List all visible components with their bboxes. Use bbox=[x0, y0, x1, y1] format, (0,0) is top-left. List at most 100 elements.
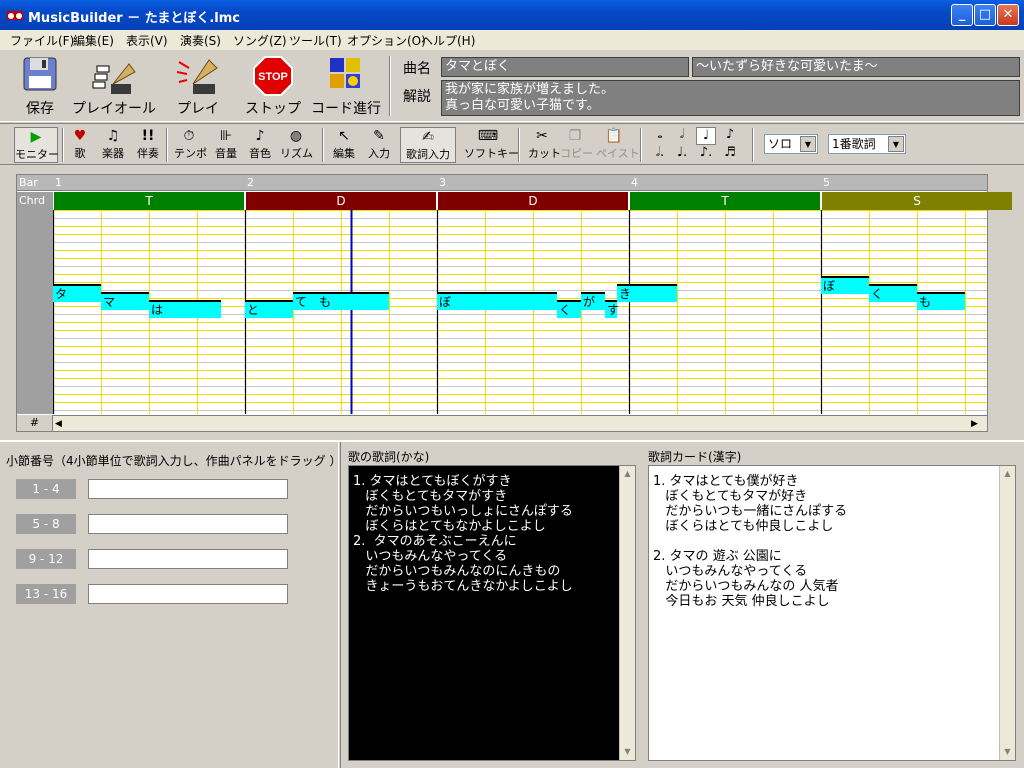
lyric-note[interactable]: き bbox=[617, 284, 677, 302]
song-part-button[interactable]: ♥ 歌 bbox=[68, 127, 92, 163]
lyric-note[interactable]: く bbox=[869, 284, 917, 302]
stop-button[interactable]: STOP ストップ bbox=[242, 52, 304, 120]
clipboard-icon: 📋 bbox=[605, 128, 623, 144]
save-label: 保存 bbox=[26, 101, 54, 117]
dotted-eighth-note-icon[interactable]: ♪. bbox=[696, 145, 716, 163]
scroll-left-icon[interactable]: ◀ bbox=[55, 416, 62, 432]
tempo-button[interactable]: ⏱ テンポ bbox=[174, 127, 207, 163]
song-desc-line2: 真っ白な可愛い子猫です。 bbox=[445, 98, 600, 113]
toolbar-separator bbox=[62, 128, 64, 162]
chord-progress-button[interactable]: コード進行 bbox=[310, 52, 382, 120]
stop-sign-icon: STOP bbox=[253, 56, 293, 96]
song-title-field[interactable]: タマとぼく bbox=[441, 57, 689, 77]
menu-song[interactable]: ソング(Z) bbox=[233, 32, 287, 49]
corner-cell: # bbox=[17, 415, 53, 431]
lyric-note[interactable]: タ bbox=[53, 284, 101, 302]
tone-button[interactable]: ♪ 音色 bbox=[246, 127, 274, 163]
chord-cell[interactable]: D bbox=[246, 192, 436, 210]
lyric-note[interactable]: ぼ bbox=[437, 292, 557, 310]
measure-9-12-button[interactable]: 9 - 12 bbox=[16, 549, 76, 569]
copy-button[interactable]: ❐ コピー bbox=[560, 127, 593, 163]
minimize-button[interactable]: _ bbox=[951, 4, 973, 26]
lyric-note[interactable]: と bbox=[245, 300, 293, 318]
panel-divider[interactable] bbox=[338, 442, 341, 768]
chord-cell[interactable]: S bbox=[822, 192, 1012, 210]
menu-file[interactable]: ファイル(F) bbox=[10, 32, 74, 49]
horizontal-scrollbar[interactable]: ◀ ▶ bbox=[53, 415, 987, 431]
kanji-vertical-scrollbar[interactable]: ▲ ▼ bbox=[999, 466, 1015, 760]
save-button[interactable]: 保存 bbox=[10, 52, 70, 120]
play-button[interactable]: プレイ bbox=[166, 52, 230, 120]
input-mode-label: 入力 bbox=[368, 147, 390, 160]
song-desc-label: 解説 bbox=[403, 89, 431, 105]
score-editor[interactable]: Bar Chrd 12345 TDDTS タマはとてもぼくがすきぼくも # ◀ … bbox=[16, 174, 1012, 432]
copy-label: コピー bbox=[560, 147, 593, 160]
lyric-note[interactable]: マ bbox=[101, 292, 149, 310]
dotted-half-note-icon[interactable]: 𝅗𝅥. bbox=[650, 145, 670, 163]
lyric-note[interactable]: く bbox=[557, 300, 581, 318]
scroll-down-icon[interactable]: ▼ bbox=[620, 744, 635, 760]
measure-1-4-input[interactable] bbox=[88, 479, 288, 499]
cut-button[interactable]: ✂ カット bbox=[528, 127, 561, 163]
chord-cell[interactable]: T bbox=[630, 192, 820, 210]
measure-1-4-button[interactable]: 1 - 4 bbox=[16, 479, 76, 499]
whole-note-icon[interactable]: 𝅝 bbox=[650, 127, 670, 145]
lyric-note[interactable]: も bbox=[317, 292, 389, 310]
lyric-note[interactable]: ぼ bbox=[821, 276, 869, 294]
scroll-down-icon[interactable]: ▼ bbox=[1000, 744, 1015, 760]
half-note-icon[interactable]: 𝅗𝅥 bbox=[672, 127, 692, 145]
edit-mode-button[interactable]: ↖ 編集 bbox=[330, 127, 358, 163]
quarter-note-icon[interactable]: ♩ bbox=[696, 127, 716, 145]
scroll-up-icon[interactable]: ▲ bbox=[620, 466, 635, 482]
scroll-up-icon[interactable]: ▲ bbox=[1000, 466, 1015, 482]
chord-cell[interactable]: D bbox=[438, 192, 628, 210]
close-button[interactable]: ✕ bbox=[997, 4, 1019, 26]
lyric-note[interactable]: す bbox=[605, 300, 619, 318]
lyric-note[interactable]: も bbox=[917, 292, 965, 310]
toolbar-separator bbox=[389, 56, 391, 116]
toolbar-separator bbox=[640, 128, 642, 162]
gramophone-stack-icon bbox=[92, 63, 136, 94]
menu-tools[interactable]: ツール(T) bbox=[289, 32, 342, 49]
song-description-field[interactable]: 我が家に家族が増えました。 真っ白な可愛い子猫です。 bbox=[441, 80, 1020, 116]
input-mode-button[interactable]: ✎ 入力 bbox=[364, 127, 394, 163]
menu-help[interactable]: ヘルプ(H) bbox=[421, 32, 475, 49]
rhythm-button[interactable]: ◍ リズム bbox=[280, 127, 313, 163]
dotted-quarter-note-icon[interactable]: ♩. bbox=[672, 145, 692, 163]
lyric-note[interactable]: て bbox=[293, 292, 317, 310]
paste-button[interactable]: 📋 ペイスト bbox=[596, 127, 640, 163]
soft-keyboard-button[interactable]: ⌨ ソフトキー bbox=[464, 127, 519, 163]
scroll-right-icon[interactable]: ▶ bbox=[971, 416, 978, 432]
menu-view[interactable]: 表示(V) bbox=[126, 32, 168, 49]
instrument-button[interactable]: ♫ 楽器 bbox=[98, 127, 128, 163]
kana-vertical-scrollbar[interactable]: ▲ ▼ bbox=[619, 466, 635, 760]
close-icon: ✕ bbox=[1002, 7, 1014, 22]
title-bar: MusicBuilder － たまとぼく.lmc _ □ ✕ bbox=[0, 0, 1024, 30]
menu-perform[interactable]: 演奏(S) bbox=[180, 32, 221, 49]
measure-5-8-button[interactable]: 5 - 8 bbox=[16, 514, 76, 534]
monitor-button[interactable]: ▶ モニター bbox=[14, 127, 59, 163]
menu-options[interactable]: オプション(O) bbox=[347, 32, 426, 49]
lyric-note[interactable]: が bbox=[581, 292, 605, 310]
measure-13-16-input[interactable] bbox=[88, 584, 288, 604]
sixteenth-note-icon[interactable]: ♬ bbox=[720, 145, 740, 163]
accompaniment-button[interactable]: !! 伴奏 bbox=[134, 127, 162, 163]
maximize-button[interactable]: □ bbox=[974, 4, 996, 26]
measure-13-16-button[interactable]: 13 - 16 bbox=[16, 584, 76, 604]
measure-5-8-input[interactable] bbox=[88, 514, 288, 534]
lyric-note[interactable]: は bbox=[149, 300, 221, 318]
menu-edit[interactable]: 編集(E) bbox=[73, 32, 114, 49]
lyric-input-button[interactable]: ✍ 歌詞入力 bbox=[400, 127, 456, 163]
eighth-note-icon[interactable]: ♪ bbox=[720, 127, 740, 145]
kanji-lyrics-textarea[interactable]: 1. タマはとても僕が好き ぼくもとてもタマが好き だからいつも一緒にさんぽする… bbox=[648, 465, 1016, 761]
song-subtitle-field[interactable]: ～いたずら好きな可愛いたま～ bbox=[692, 57, 1020, 77]
main-toolbar: 保存 プレイオール プレイ STOP ストップ コード進行 曲名 タマとぼく ～… bbox=[0, 50, 1024, 122]
volume-button[interactable]: ⊪ 音量 bbox=[212, 127, 240, 163]
kana-lyrics-textarea[interactable]: 1. タマはとてもぼくがすき ぼくもとてもタマがすき だからいつもいっしょにさん… bbox=[348, 465, 636, 761]
lyric-line: ぼくらはとても仲良しこよし bbox=[653, 519, 834, 534]
play-all-button[interactable]: プレイオール bbox=[72, 52, 156, 120]
chord-cell[interactable]: T bbox=[54, 192, 244, 210]
part-select[interactable]: ソロ ▼ bbox=[764, 134, 818, 154]
verse-select[interactable]: 1番歌詞 ▼ bbox=[828, 134, 906, 154]
measure-9-12-input[interactable] bbox=[88, 549, 288, 569]
